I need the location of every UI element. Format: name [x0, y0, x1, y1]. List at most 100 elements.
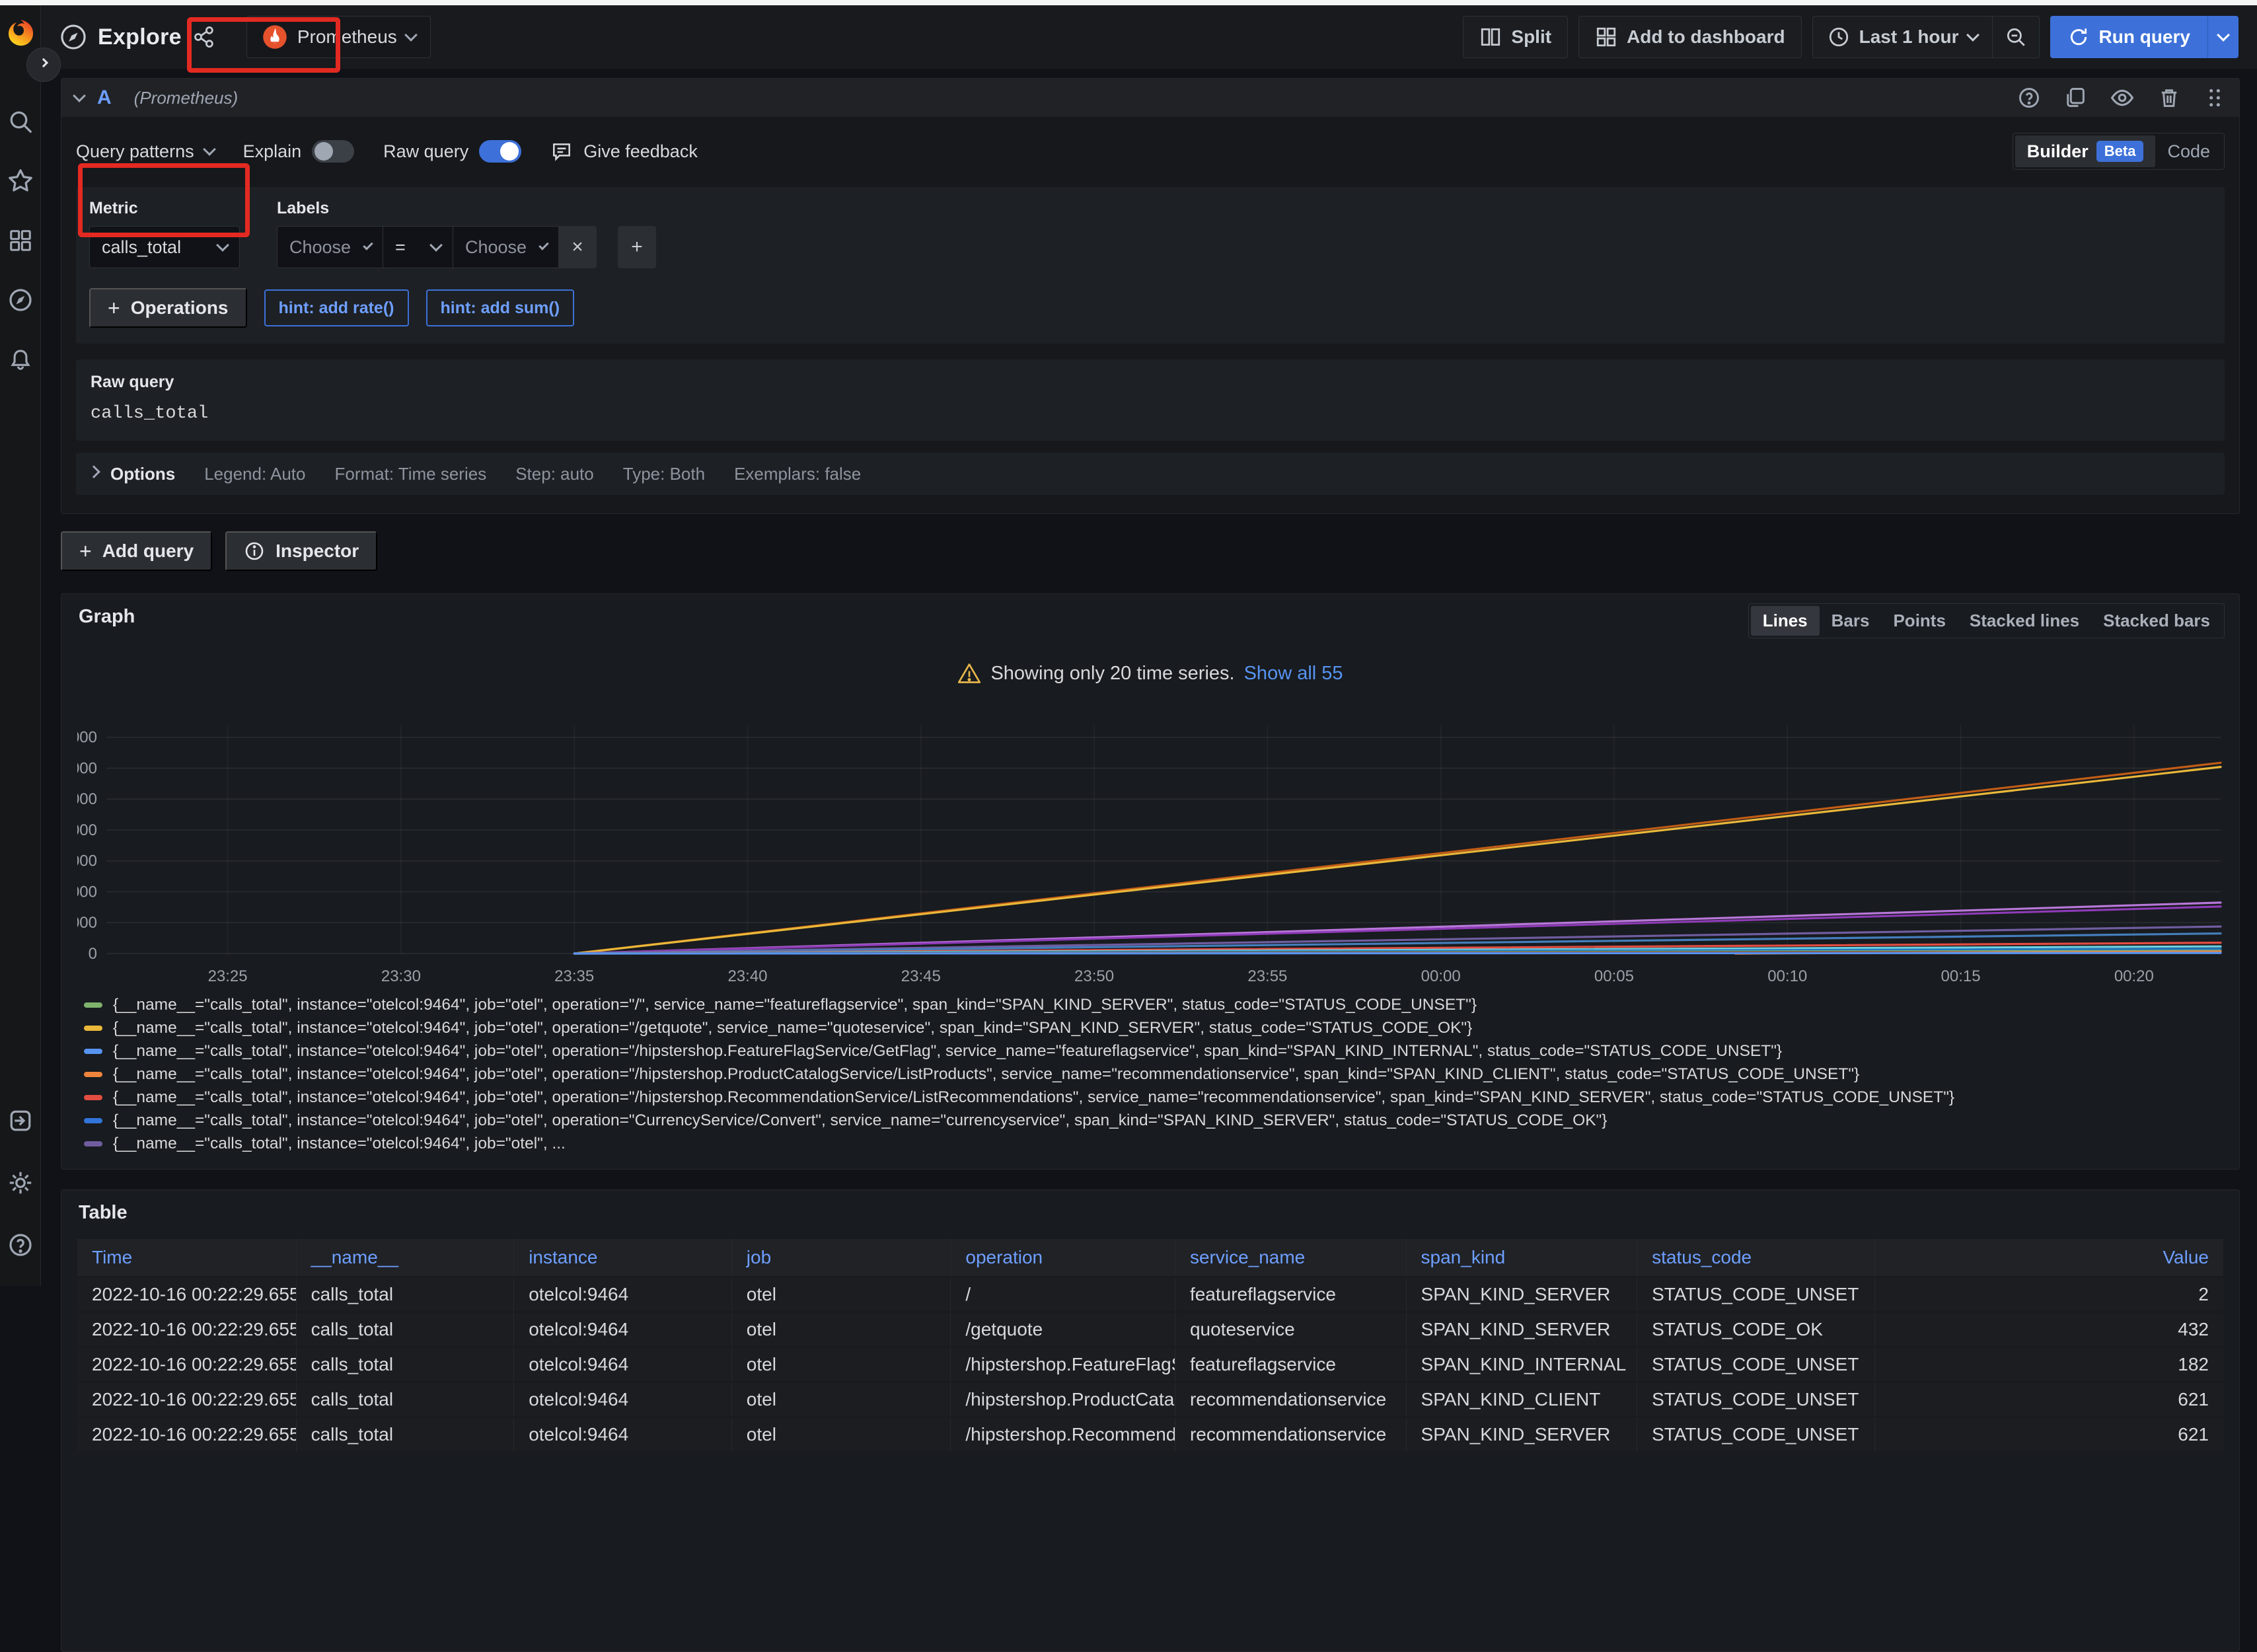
table-cell: 2022-10-16 00:22:29.655	[77, 1348, 297, 1381]
datasource-picker[interactable]: Prometheus	[246, 16, 431, 58]
table-row: 2022-10-16 00:22:29.655calls_totalotelco…	[77, 1418, 2223, 1451]
grafana-logo[interactable]	[6, 19, 35, 48]
operations-button[interactable]: + Operations	[89, 288, 247, 328]
options-bar[interactable]: Options Legend: AutoFormat: Time seriesS…	[76, 453, 2225, 495]
graph-mode-bars[interactable]: Bars	[1820, 606, 1882, 636]
legend-label: {__name__="calls_total", instance="otelc…	[113, 1065, 1859, 1084]
graph-mode-stacked-bars[interactable]: Stacked bars	[2091, 606, 2222, 636]
time-range-button[interactable]: Last 1 hour	[1813, 17, 1992, 57]
warning-icon	[957, 661, 981, 685]
remove-query-trash-icon[interactable]	[2157, 86, 2181, 110]
table-row: 2022-10-16 00:22:29.655calls_totalotelco…	[77, 1348, 2223, 1381]
legend-item[interactable]: {__name__="calls_total", instance="otelc…	[84, 1063, 2226, 1086]
column-header[interactable]: Time	[77, 1239, 297, 1276]
drag-handle-icon[interactable]	[2203, 87, 2226, 109]
query-row-header[interactable]: A (Prometheus)	[61, 79, 2239, 117]
dashboards-icon[interactable]	[6, 226, 35, 255]
svg-text:00:00: 00:00	[1421, 967, 1461, 985]
options-item: Legend: Auto	[204, 464, 305, 484]
alerting-bell-icon[interactable]	[6, 345, 35, 374]
svg-text:6000: 6000	[77, 852, 97, 870]
column-header[interactable]: instance	[514, 1239, 732, 1276]
graph-panel-title: Graph	[79, 606, 135, 628]
help-icon[interactable]	[6, 1230, 35, 1259]
legend-swatch	[84, 1141, 102, 1146]
label-key-select[interactable]: Choose	[277, 226, 383, 268]
query-help-icon[interactable]	[2017, 86, 2041, 110]
column-header[interactable]: service_name	[1175, 1239, 1407, 1276]
column-header[interactable]: job	[732, 1239, 951, 1276]
table-cell: otel	[732, 1278, 951, 1311]
table-cell: /	[951, 1278, 1175, 1311]
column-header[interactable]: span_kind	[1407, 1239, 1638, 1276]
top-header: Explore Prometheus Split Add to dashboar…	[41, 5, 2257, 69]
raw-query-toggle[interactable]	[479, 140, 521, 163]
hide-response-eye-icon[interactable]	[2110, 85, 2135, 110]
table-cell: otel	[732, 1383, 951, 1416]
settings-gear-icon[interactable]	[6, 1168, 35, 1197]
starred-icon[interactable]	[6, 167, 35, 196]
options-summary: Legend: AutoFormat: Time seriesStep: aut…	[204, 464, 861, 484]
table-cell: 621	[1875, 1383, 2223, 1416]
explain-toggle[interactable]	[312, 140, 354, 163]
split-button[interactable]: Split	[1463, 16, 1568, 58]
legend-label: {__name__="calls_total", instance="otelc…	[113, 996, 1477, 1014]
dashboard-grid-icon	[1595, 26, 1617, 48]
table-cell: calls_total	[297, 1278, 515, 1311]
query-patterns-dropdown[interactable]: Query patterns	[76, 141, 214, 162]
sign-in-icon[interactable]	[6, 1106, 35, 1135]
svg-text:00:20: 00:20	[2114, 967, 2154, 985]
share-icon[interactable]	[192, 25, 216, 49]
table-cell: otelcol:9464	[514, 1383, 732, 1416]
hint-add-rate-button[interactable]: hint: add rate()	[264, 289, 409, 326]
legend-item[interactable]: {__name__="calls_total", instance="otelc…	[84, 1016, 2226, 1039]
beta-badge: Beta	[2096, 141, 2144, 162]
inspector-button[interactable]: Inspector	[225, 531, 377, 571]
search-icon[interactable]	[6, 107, 35, 136]
run-query-control: Run query	[2050, 16, 2238, 58]
legend-item[interactable]: {__name__="calls_total", instance="otelc…	[84, 1086, 2226, 1109]
table-panel: Table Time__name__instancejoboperationse…	[61, 1189, 2240, 1652]
add-label-button[interactable]: +	[618, 226, 656, 268]
legend-item[interactable]: {__name__="calls_total", instance="otelc…	[84, 1109, 2226, 1132]
collapse-query-icon[interactable]	[73, 89, 86, 102]
graph-mode-lines[interactable]: Lines	[1751, 606, 1820, 636]
metric-select[interactable]: calls_total	[89, 226, 240, 268]
show-all-series-link[interactable]: Show all 55	[1244, 663, 1343, 685]
column-header[interactable]: operation	[951, 1239, 1175, 1276]
graph-mode-points[interactable]: Points	[1881, 606, 1957, 636]
legend-item[interactable]: {__name__="calls_total", instance="otelc…	[84, 1132, 2226, 1155]
column-header[interactable]: status_code	[1637, 1239, 1875, 1276]
hint-add-sum-button[interactable]: hint: add sum()	[426, 289, 575, 326]
table-cell: calls_total	[297, 1313, 515, 1346]
run-query-button[interactable]: Run query	[2050, 16, 2207, 58]
metric-field: Metric calls_total	[89, 199, 240, 268]
add-to-dashboard-button[interactable]: Add to dashboard	[1578, 16, 1802, 58]
remove-label-button[interactable]: ×	[558, 226, 597, 268]
duplicate-query-icon[interactable]	[2063, 86, 2087, 110]
time-series-chart[interactable]: 0200040006000800010000120001400023:2523:…	[77, 717, 2240, 991]
explore-compass-icon[interactable]	[6, 285, 35, 315]
column-header[interactable]: Value	[1875, 1239, 2223, 1276]
legend-label: {__name__="calls_total", instance="otelc…	[113, 1019, 1472, 1037]
run-query-dropdown[interactable]	[2207, 16, 2238, 58]
label-value-select[interactable]: Choose	[453, 226, 558, 268]
svg-text:10000: 10000	[77, 790, 97, 808]
add-query-button[interactable]: +Add query	[61, 531, 212, 571]
legend-item[interactable]: {__name__="calls_total", instance="otelc…	[84, 1039, 2226, 1063]
zoom-out-icon	[2005, 26, 2027, 48]
column-header[interactable]: __name__	[297, 1239, 515, 1276]
raw-query-label: Raw query	[91, 373, 2210, 392]
table-cell: STATUS_CODE_OK	[1637, 1313, 1875, 1346]
zoom-out-time-button[interactable]	[1992, 17, 2039, 57]
legend-item[interactable]: {__name__="calls_total", instance="otelc…	[84, 993, 2226, 1016]
options-item: Format: Time series	[334, 464, 486, 484]
expand-sidebar-button[interactable]	[26, 48, 61, 82]
code-tab[interactable]: Code	[2155, 136, 2222, 167]
give-feedback-link[interactable]: Give feedback	[550, 140, 698, 163]
label-operator-select[interactable]: =	[383, 226, 453, 268]
graph-mode-stacked-lines[interactable]: Stacked lines	[1958, 606, 2091, 636]
builder-tab[interactable]: Builder Beta	[2015, 135, 2156, 167]
builder-code-switch: Builder Beta Code	[2013, 133, 2225, 170]
graph-legend: {__name__="calls_total", instance="otelc…	[84, 993, 2226, 1156]
